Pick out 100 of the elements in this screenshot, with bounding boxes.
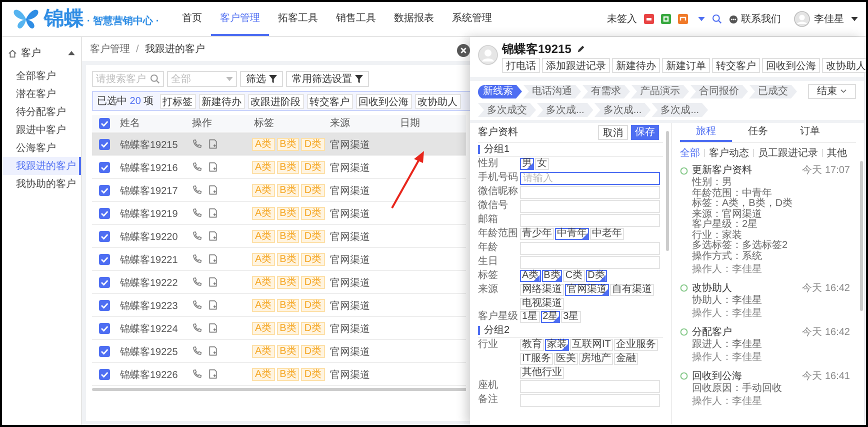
phone-icon[interactable] bbox=[192, 254, 202, 264]
note-icon[interactable] bbox=[208, 162, 218, 172]
phone-icon[interactable] bbox=[192, 139, 202, 149]
breadcrumb-item[interactable]: 客户管理 bbox=[90, 42, 130, 56]
option-chip[interactable]: 青少年 bbox=[520, 228, 554, 240]
option-chip[interactable]: 男 bbox=[520, 158, 534, 170]
action-button[interactable]: 新建订单 bbox=[662, 58, 710, 73]
checkbox[interactable] bbox=[98, 208, 110, 218]
checkbox[interactable] bbox=[98, 368, 110, 380]
option-chip[interactable]: 官网渠道 bbox=[565, 284, 609, 296]
search-icon[interactable] bbox=[712, 14, 722, 24]
stage-step[interactable]: 产品演示 bbox=[631, 84, 689, 98]
checkbox[interactable] bbox=[98, 300, 110, 310]
nav-tab[interactable]: 系统管理 bbox=[443, 2, 502, 36]
sidebar-group-label[interactable]: 客户 bbox=[21, 46, 41, 60]
option-chip[interactable]: 教育 bbox=[520, 339, 544, 351]
option-chip[interactable]: 金融 bbox=[614, 353, 638, 365]
search-field[interactable]: 请搜索客户 bbox=[92, 71, 164, 87]
bulk-action-button[interactable]: 回收到公海 bbox=[356, 94, 412, 108]
checkbox[interactable] bbox=[98, 254, 110, 264]
contact-link[interactable]: 联系我们 bbox=[741, 12, 781, 26]
tab[interactable]: 任务 bbox=[732, 123, 784, 142]
app-icon[interactable] bbox=[644, 14, 654, 24]
save-button[interactable]: 保存 bbox=[631, 125, 659, 140]
note-icon[interactable] bbox=[208, 185, 218, 195]
phone-icon[interactable] bbox=[192, 231, 202, 241]
stage-step[interactable]: 多次成... bbox=[594, 103, 651, 117]
option-chip[interactable]: IT服务 bbox=[520, 353, 553, 365]
caret-icon[interactable] bbox=[698, 16, 705, 22]
search-icon[interactable] bbox=[150, 74, 160, 84]
close-icon[interactable] bbox=[457, 44, 470, 57]
stage-step[interactable]: 合同报价 bbox=[690, 84, 748, 98]
option-chip[interactable]: 电视渠道 bbox=[520, 298, 564, 310]
bulk-action-button[interactable]: 打标签 bbox=[160, 94, 196, 108]
scrollbar[interactable] bbox=[860, 161, 863, 311]
nav-tab[interactable]: 销售工具 bbox=[327, 2, 386, 36]
note-icon[interactable] bbox=[208, 369, 218, 379]
option-chip[interactable]: A类 bbox=[520, 270, 541, 282]
stage-step[interactable]: 多次成交 bbox=[478, 103, 536, 117]
checkbox[interactable] bbox=[98, 276, 110, 288]
stage-step[interactable]: 电话沟通 bbox=[523, 84, 581, 98]
note-icon[interactable] bbox=[208, 277, 218, 287]
phone-icon[interactable] bbox=[192, 369, 202, 379]
filter-link[interactable]: 其他 bbox=[827, 146, 847, 160]
checkbox[interactable] bbox=[98, 230, 110, 242]
tab[interactable]: 旅程 bbox=[680, 123, 732, 142]
option-chip[interactable]: 医美 bbox=[554, 353, 578, 365]
bulk-action-button[interactable]: 转交客户 bbox=[306, 94, 353, 108]
filter-link[interactable]: 客户动态 bbox=[709, 146, 749, 160]
sidebar-item[interactable]: 潜在客户 bbox=[2, 85, 81, 103]
option-chip[interactable]: 企业服务 bbox=[614, 339, 658, 351]
option-chip[interactable]: 互联网IT bbox=[570, 339, 613, 351]
checkbox[interactable] bbox=[98, 162, 110, 172]
option-chip[interactable]: 2星 bbox=[540, 311, 560, 323]
bulk-action-button[interactable]: 新建待办 bbox=[198, 94, 245, 108]
sidebar-item[interactable]: 全部客户 bbox=[2, 67, 81, 85]
tab[interactable]: 订单 bbox=[784, 123, 836, 142]
checkbox[interactable] bbox=[98, 184, 110, 196]
option-chip[interactable]: B类 bbox=[542, 270, 562, 282]
option-chip[interactable]: 女 bbox=[535, 158, 549, 170]
stage-step[interactable]: 已成交 bbox=[749, 84, 797, 98]
action-button[interactable]: 打电话 bbox=[502, 58, 540, 73]
option-chip[interactable]: 3星 bbox=[561, 311, 581, 323]
option-chip[interactable]: 网络渠道 bbox=[520, 284, 564, 296]
checkbox[interactable] bbox=[98, 118, 110, 129]
saved-filters-button[interactable]: 常用筛选设置 bbox=[286, 71, 369, 87]
option-chip[interactable]: C类 bbox=[563, 270, 585, 282]
phone-icon[interactable] bbox=[192, 277, 202, 287]
checkbox[interactable] bbox=[98, 322, 110, 334]
sidebar-item[interactable]: 我协助的客户 bbox=[2, 175, 81, 193]
scrollbar[interactable] bbox=[92, 388, 466, 391]
option-chip[interactable]: 中老年 bbox=[590, 228, 624, 240]
app-icon[interactable] bbox=[678, 14, 688, 24]
phone-icon[interactable] bbox=[192, 346, 202, 356]
phone-icon[interactable] bbox=[192, 323, 202, 333]
pencil-icon[interactable] bbox=[577, 44, 586, 52]
phone-icon[interactable] bbox=[192, 185, 202, 195]
action-button[interactable]: 添加跟进记录 bbox=[542, 58, 610, 73]
option-chip[interactable]: 其他行业 bbox=[520, 367, 564, 379]
bulk-action-button[interactable]: 改跟进阶段 bbox=[248, 94, 304, 108]
bulk-action-button[interactable]: 改协助人 bbox=[414, 94, 461, 108]
filter-button[interactable]: 筛选 bbox=[240, 71, 283, 87]
end-button[interactable]: 结束 bbox=[808, 84, 856, 99]
option-chip[interactable]: 中青年 bbox=[555, 228, 589, 240]
scrollbar[interactable] bbox=[666, 131, 669, 251]
option-chip[interactable]: 自有渠道 bbox=[610, 284, 654, 296]
stage-step[interactable]: 多次成... bbox=[652, 103, 708, 117]
phone-icon[interactable] bbox=[192, 208, 202, 218]
nav-tab[interactable]: 数据报表 bbox=[385, 2, 444, 36]
note-icon[interactable] bbox=[208, 323, 218, 333]
sidebar-item[interactable]: 公海客户 bbox=[2, 139, 81, 157]
filter-link[interactable]: 全部 bbox=[680, 146, 700, 160]
option-chip[interactable]: 房地产 bbox=[578, 353, 613, 365]
stage-step[interactable]: 有需求 bbox=[582, 84, 630, 98]
stage-step[interactable]: 新线索 bbox=[478, 84, 522, 98]
note-icon[interactable] bbox=[208, 139, 218, 149]
phone-icon[interactable] bbox=[192, 300, 202, 310]
checkbox[interactable] bbox=[98, 346, 110, 356]
stage-step[interactable]: 多次成... bbox=[537, 103, 594, 117]
caret-icon[interactable] bbox=[68, 50, 75, 56]
